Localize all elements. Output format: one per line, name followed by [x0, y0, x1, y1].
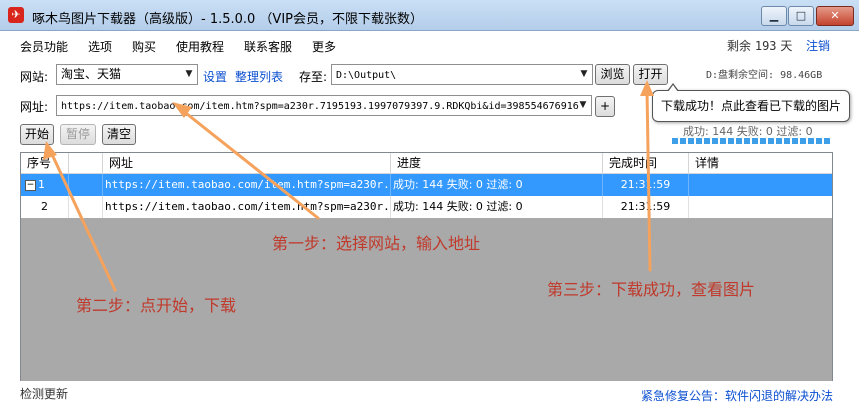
column-finish-time[interactable]: 完成时间: [603, 153, 689, 173]
row-progress: 成功: 144 失败: 0 过滤: 0: [391, 174, 603, 196]
row-finish-time: 21:31:59: [603, 196, 689, 218]
remaining-days: 剩余 193 天: [727, 37, 792, 54]
column-index[interactable]: 序号: [21, 153, 69, 173]
chevron-down-icon: ▼: [579, 100, 587, 110]
menu-options[interactable]: 选项: [88, 38, 112, 55]
url-label: 网址:: [20, 100, 49, 114]
chevron-down-icon: ▼: [580, 69, 588, 79]
download-stats: 成功: 144 失败: 0 过滤: 0: [683, 125, 813, 138]
url-input[interactable]: https://item.taobao.com/item.htm?spm=a23…: [56, 95, 592, 116]
woodpecker-logo-icon: ✈: [8, 7, 24, 23]
clear-button[interactable]: 清空: [102, 124, 136, 145]
step1-annotation: 第一步：选择网站，输入地址: [272, 234, 481, 253]
row-spacer-cell: [69, 196, 103, 218]
save-to-label: 存至:: [299, 70, 328, 84]
collapse-icon[interactable]: −: [25, 179, 36, 191]
overall-progress-bar: [672, 138, 832, 144]
browse-button[interactable]: 浏览: [595, 64, 630, 85]
row-detail: [689, 174, 832, 196]
menu-more[interactable]: 更多: [312, 38, 336, 55]
save-path-value: D:\Output\: [336, 70, 397, 81]
remaining-suffix: 天: [780, 39, 793, 53]
organize-list-link[interactable]: 整理列表: [235, 68, 283, 85]
row-url: https://item.taobao.com/item.htm?spm=a23…: [103, 196, 391, 218]
url-input-value: https://item.taobao.com/item.htm?spm=a23…: [61, 101, 579, 112]
menu-purchase[interactable]: 购买: [132, 38, 156, 55]
emergency-notice-link[interactable]: 紧急修复公告：软件闪退的解决办法: [641, 387, 833, 404]
column-detail[interactable]: 详情: [689, 153, 832, 173]
column-progress[interactable]: 进度: [391, 153, 603, 173]
table-row[interactable]: 2 https://item.taobao.com/item.htm?spm=a…: [21, 196, 832, 218]
column-spacer: [69, 153, 103, 173]
row-index: 1: [38, 178, 45, 191]
add-url-button[interactable]: +: [595, 96, 615, 117]
step3-annotation: 第三步：下载成功，查看图片: [547, 280, 756, 299]
column-url[interactable]: 网址: [103, 153, 391, 173]
row-finish-time: 21:31:59: [603, 174, 689, 196]
table-header: 序号 网址 进度 完成时间 详情: [21, 153, 832, 174]
download-table: 序号 网址 进度 完成时间 详情 −1 https://item.taobao.…: [20, 152, 833, 382]
row-detail: [689, 196, 832, 218]
save-path-select[interactable]: D:\Output\ ▼: [331, 64, 593, 85]
row-index: 2: [21, 196, 69, 218]
step2-annotation: 第二步：点开始，下载: [76, 296, 237, 315]
disk-space-info: D:盘剩余空间: 98.46GB: [706, 70, 823, 81]
start-button[interactable]: 开始: [20, 124, 54, 145]
menu-contact-support[interactable]: 联系客服: [244, 38, 292, 55]
row-spacer-cell: [69, 174, 103, 196]
remaining-days-value: 193: [754, 39, 777, 53]
minimize-button[interactable]: ▁: [761, 6, 787, 26]
chevron-down-icon: ▼: [185, 69, 193, 79]
settings-link[interactable]: 设置: [203, 68, 227, 85]
close-button[interactable]: ✕: [816, 6, 854, 26]
row-index-cell: −1: [21, 174, 69, 196]
row-progress: 成功: 144 失败: 0 过滤: 0: [391, 196, 603, 218]
site-label: 网站:: [20, 70, 49, 84]
window-title: 啄木鸟图片下载器（高级版）- 1.5.0.0 （VIP会员，不限下载张数）: [32, 12, 424, 27]
table-row[interactable]: −1 https://item.taobao.com/item.htm?spm=…: [21, 174, 832, 196]
row-url: https://item.taobao.com/item.htm?spm=a23…: [103, 174, 391, 196]
site-select-value: 淘宝、天猫: [61, 67, 122, 81]
open-button[interactable]: 打开: [633, 64, 668, 85]
pause-button[interactable]: 暂停: [60, 124, 96, 145]
logout-link[interactable]: 注销: [806, 37, 830, 54]
download-success-tooltip[interactable]: 下载成功！点此查看已下载的图片: [652, 83, 850, 122]
menu-member-functions[interactable]: 会员功能: [20, 38, 68, 55]
remaining-prefix: 剩余: [727, 39, 752, 53]
maximize-button[interactable]: □: [788, 6, 814, 26]
site-select[interactable]: 淘宝、天猫 ▼: [56, 64, 198, 85]
title-bar: ✈ 啄木鸟图片下载器（高级版）- 1.5.0.0 （VIP会员，不限下载张数） …: [0, 0, 859, 31]
menu-tutorial[interactable]: 使用教程: [176, 38, 224, 55]
check-update-link[interactable]: 检测更新: [20, 385, 68, 402]
